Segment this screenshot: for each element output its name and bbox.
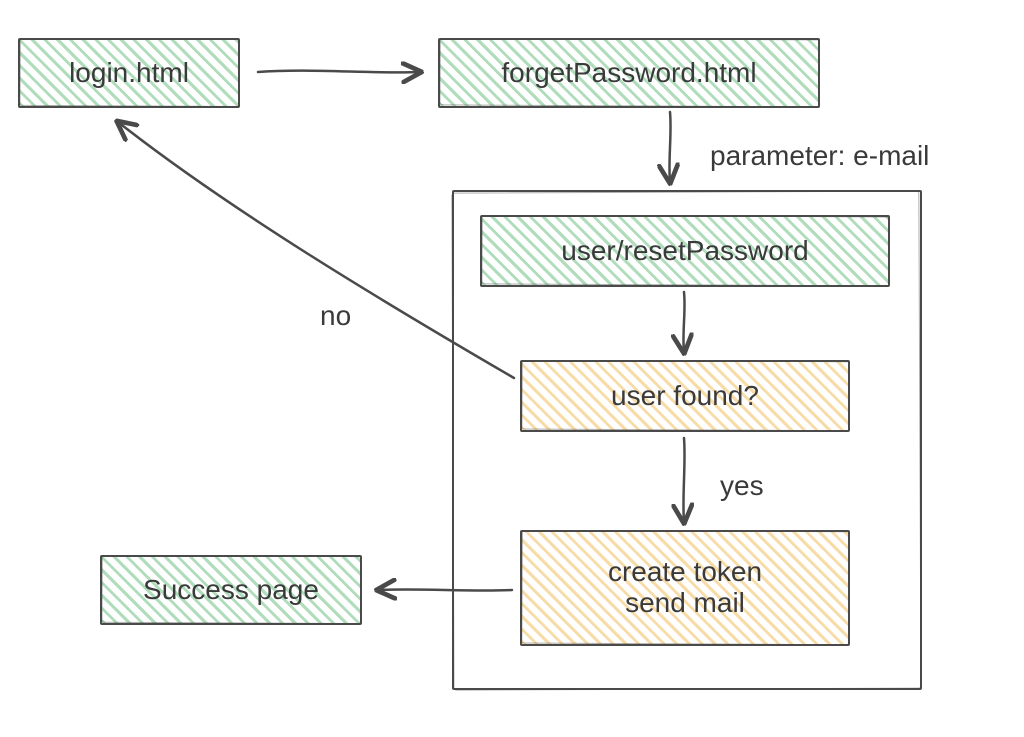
node-label: Success page xyxy=(143,575,319,606)
node-reset-endpoint: user/resetPassword xyxy=(480,215,890,287)
arrow-forget-to-reset xyxy=(669,112,670,182)
node-label: login.html xyxy=(69,58,189,89)
arrow-login-to-forget xyxy=(258,71,420,73)
node-success-page: Success page xyxy=(100,555,362,625)
node-forget-password-page: forgetPassword.html xyxy=(438,38,820,108)
edge-label-yes: yes xyxy=(720,470,764,502)
node-label: create token send mail xyxy=(608,557,762,619)
node-create-token: create token send mail xyxy=(520,530,850,646)
node-label: user found? xyxy=(611,381,759,412)
node-user-found-decision: user found? xyxy=(520,360,850,432)
node-login-page: login.html xyxy=(18,38,240,108)
edge-label-no: no xyxy=(320,300,351,332)
node-label: user/resetPassword xyxy=(561,236,808,267)
flowchart-canvas: login.html forgetPassword.html user/rese… xyxy=(0,0,1024,737)
edge-label-parameter: parameter: e-mail xyxy=(710,140,929,172)
node-label: forgetPassword.html xyxy=(501,58,756,89)
